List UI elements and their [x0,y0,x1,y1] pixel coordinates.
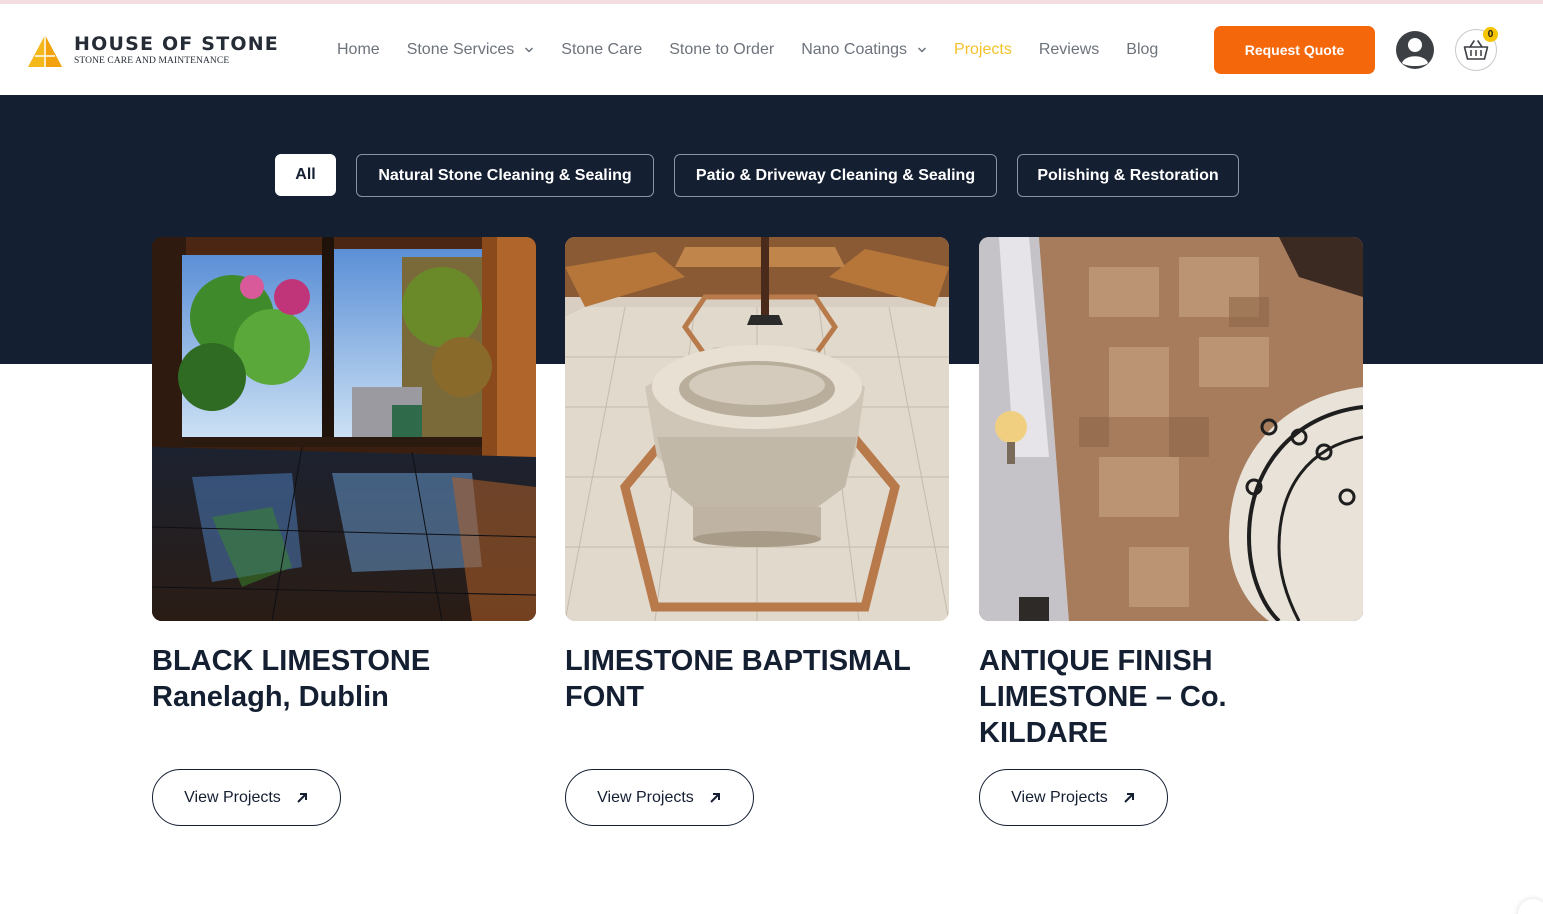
main-nav: Home Stone Services Stone Care Stone to … [337,4,1185,95]
cart-count-badge: 0 [1483,27,1498,42]
request-quote-button[interactable]: Request Quote [1214,26,1375,74]
view-projects-label: View Projects [597,788,694,806]
arrow-up-right-icon [1124,792,1134,803]
antique-limestone-photo [979,237,1363,621]
nav-item-home[interactable]: Home [337,41,380,59]
nav-item-nano-coatings[interactable]: Nano Coatings [801,41,927,59]
baptismal-font-photo [565,237,949,621]
logo-pyramid-icon [28,35,62,67]
arrow-up-right-icon [297,792,307,803]
nav-label: Blog [1126,40,1159,58]
nav-label: Projects [954,40,1012,58]
nav-label: Stone Services [406,40,515,58]
nav-item-stone-care[interactable]: Stone Care [561,41,642,59]
floating-widget-button[interactable] [1518,899,1543,914]
site-logo[interactable]: HOUSE OF STONE STONE CARE AND MAINTENANC… [26,31,279,71]
nav-label: Home [337,40,380,58]
user-avatar-icon[interactable] [1395,30,1435,70]
project-title: BLACK LIMESTONE Ranelagh, Dublin [152,645,431,713]
view-projects-button[interactable]: View Projects [565,769,754,826]
nav-item-blog[interactable]: Blog [1126,41,1158,59]
nav-label: Nano Coatings [801,40,908,58]
project-image[interactable] [565,237,949,621]
nav-label: Stone to Order [669,40,775,58]
project-title: ANTIQUE FINISH LIMESTONE – Co. KILDARE [979,645,1227,749]
black-limestone-photo [152,237,536,621]
filter-patio-driveway-cleaning[interactable]: Patio & Driveway Cleaning & Sealing [674,154,997,197]
nav-label: Stone Care [561,40,643,58]
view-projects-button[interactable]: View Projects [979,769,1168,826]
nav-item-projects[interactable]: Projects [954,41,1012,59]
brand-title: HOUSE OF STONE [74,33,279,56]
brand-subtitle: STONE CARE AND MAINTENANCE [74,56,230,67]
nav-item-stone-services[interactable]: Stone Services [407,41,535,59]
arrow-up-right-icon [710,792,720,803]
project-card: BLACK LIMESTONE Ranelagh, Dublin View Pr… [152,237,536,826]
filter-all[interactable]: All [275,154,336,196]
project-card: ANTIQUE FINISH LIMESTONE – Co. KILDARE V… [979,237,1363,826]
nav-item-reviews[interactable]: Reviews [1039,41,1099,59]
project-image[interactable] [979,237,1363,621]
project-image[interactable] [152,237,536,621]
site-header: HOUSE OF STONE STONE CARE AND MAINTENANC… [0,4,1543,95]
filter-natural-stone-cleaning[interactable]: Natural Stone Cleaning & Sealing [356,154,654,197]
chevron-down-icon [525,46,534,53]
view-projects-button[interactable]: View Projects [152,769,341,826]
project-card: LIMESTONE BAPTISMAL FONT View Projects [565,237,949,826]
view-projects-label: View Projects [184,788,281,806]
filter-polishing-restoration[interactable]: Polishing & Restoration [1017,154,1239,197]
project-title: LIMESTONE BAPTISMAL FONT [565,645,911,713]
nav-label: Reviews [1038,40,1100,58]
nav-item-stone-to-order[interactable]: Stone to Order [669,41,774,59]
project-filter-bar: All Natural Stone Cleaning & Sealing Pat… [0,154,1543,197]
shopping-basket-icon [1463,40,1489,60]
chevron-down-icon [918,46,927,53]
view-projects-label: View Projects [1011,788,1108,806]
